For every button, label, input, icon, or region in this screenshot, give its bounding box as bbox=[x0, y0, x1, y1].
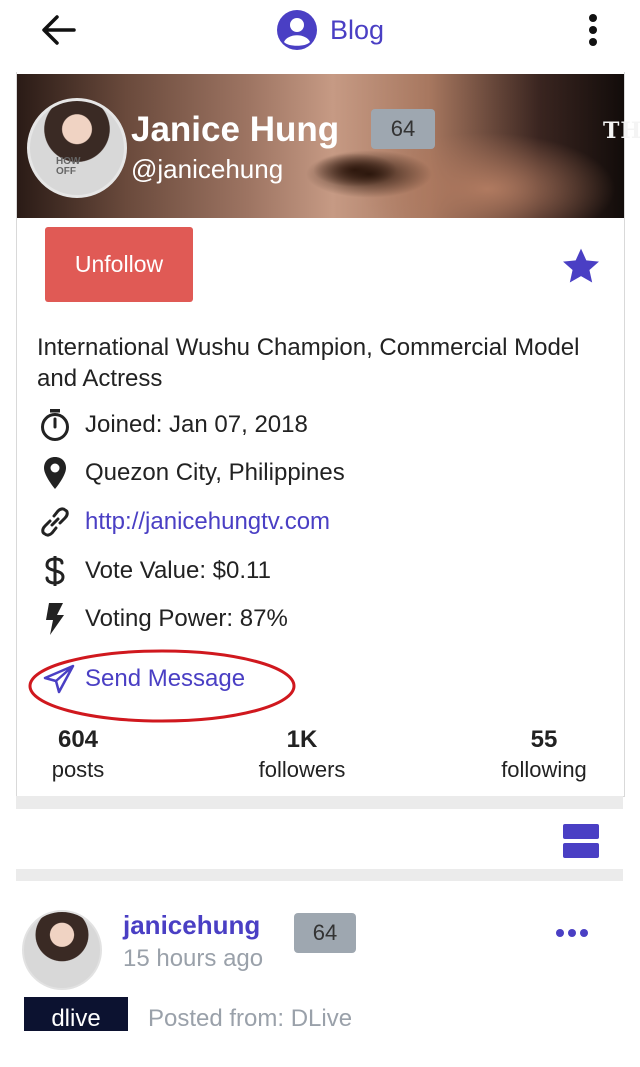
arrow-left-icon bbox=[42, 15, 76, 45]
profile-bio: International Wushu Champion, Commercial… bbox=[37, 334, 580, 392]
voting-power-row: Voting Power: 87% bbox=[37, 601, 288, 637]
back-button[interactable] bbox=[36, 10, 80, 50]
profile-card: TH HOW OFF Janice Hung @janicehung 64 Unf… bbox=[16, 72, 640, 797]
page-title-group: Blog bbox=[276, 8, 384, 52]
stat-label: following bbox=[501, 757, 587, 782]
website-row: http://janicehungtv.com bbox=[37, 504, 330, 540]
layout-toggle-button[interactable] bbox=[562, 823, 600, 859]
section-divider bbox=[16, 869, 623, 881]
location-row: Quezon City, Philippines bbox=[37, 455, 345, 491]
screen-bottom bbox=[0, 1031, 640, 1067]
stat-value: 604 bbox=[57, 726, 99, 753]
stat-following[interactable]: 55 following bbox=[489, 724, 599, 784]
post-timestamp: 15 hours ago bbox=[123, 945, 264, 972]
map-pin-icon bbox=[37, 455, 73, 491]
unfollow-button[interactable]: Unfollow bbox=[45, 227, 193, 302]
location-text: Quezon City, Philippines bbox=[85, 459, 345, 486]
profile-avatar[interactable]: HOW OFF bbox=[27, 98, 127, 198]
vote-value-row: Vote Value: $0.11 bbox=[37, 553, 271, 589]
star-icon bbox=[563, 248, 599, 283]
view-agenda-icon bbox=[563, 824, 599, 858]
section-divider bbox=[16, 796, 623, 809]
annotation-ellipse bbox=[28, 649, 296, 723]
lightning-icon bbox=[37, 601, 73, 637]
stat-posts[interactable]: 604 posts bbox=[39, 724, 117, 784]
favorite-button[interactable] bbox=[559, 244, 603, 288]
stat-value: 55 bbox=[530, 726, 558, 753]
post-reputation-badge: 64 bbox=[294, 913, 356, 953]
stopwatch-icon bbox=[37, 407, 73, 443]
post-tag-badge[interactable]: dlive bbox=[24, 997, 128, 1033]
reputation-badge: 64 bbox=[371, 109, 435, 149]
more-options-button[interactable] bbox=[578, 10, 608, 50]
vote-value-text: Vote Value: $0.11 bbox=[85, 557, 271, 584]
account-circle-icon bbox=[277, 10, 317, 50]
profile-handle: @janicehung bbox=[131, 154, 284, 184]
voting-power-text: Voting Power: 87% bbox=[85, 605, 288, 632]
post-author-avatar[interactable] bbox=[22, 910, 102, 990]
post-author-name[interactable]: janicehung bbox=[123, 910, 260, 941]
profile-name: Janice Hung bbox=[131, 110, 340, 149]
stat-followers[interactable]: 1K followers bbox=[247, 724, 357, 784]
stat-label: followers bbox=[258, 757, 346, 782]
app-header: Blog bbox=[0, 0, 640, 66]
more-vertical-icon bbox=[589, 14, 597, 46]
link-icon bbox=[37, 504, 73, 540]
joined-row: Joined: Jan 07, 2018 bbox=[37, 407, 308, 443]
joined-date: Joined: Jan 07, 2018 bbox=[85, 411, 308, 438]
stat-label: posts bbox=[51, 757, 105, 782]
website-link[interactable]: http://janicehungtv.com bbox=[85, 508, 330, 536]
post-more-button[interactable] bbox=[552, 918, 592, 948]
cover-text: TH bbox=[603, 118, 640, 144]
stat-value: 1K bbox=[286, 726, 318, 753]
page-title: Blog bbox=[330, 14, 385, 45]
dollar-icon bbox=[37, 553, 73, 589]
posted-from-text: Posted from: DLive bbox=[148, 1005, 353, 1032]
more-horizontal-icon bbox=[556, 929, 588, 937]
